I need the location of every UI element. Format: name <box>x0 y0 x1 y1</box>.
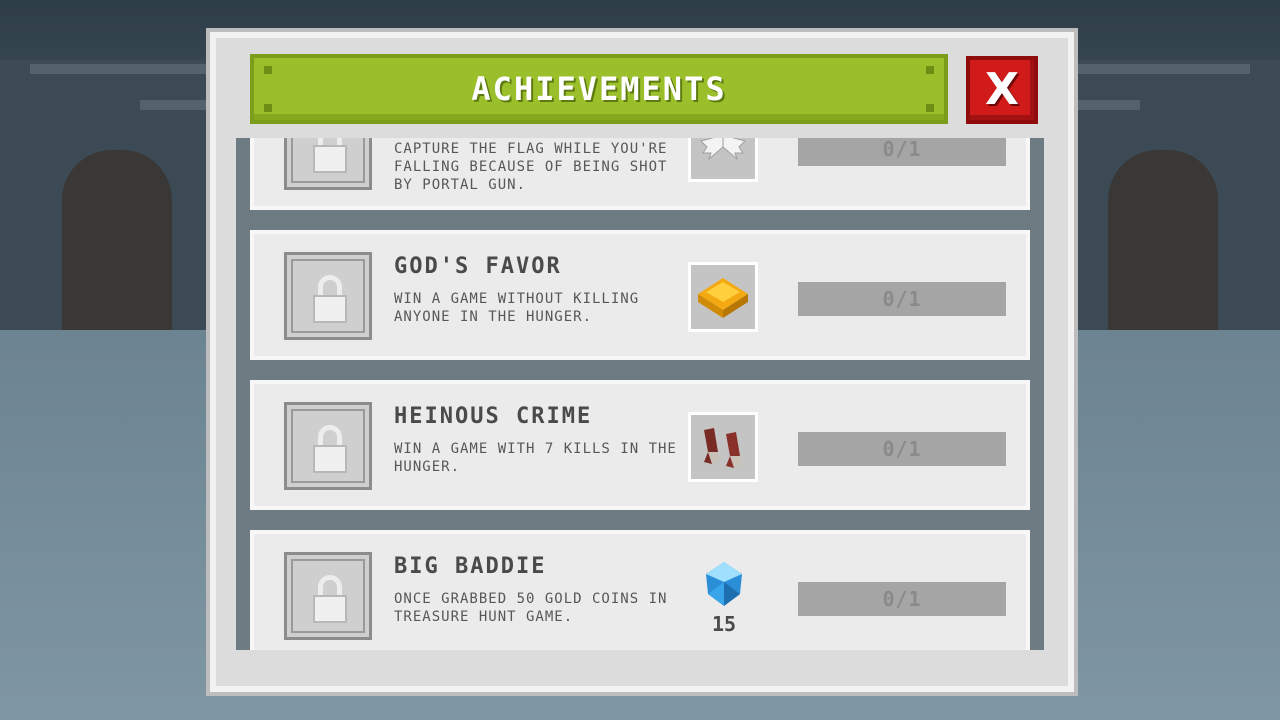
achievement-description: ONCE GRABBED 50 GOLD COINS IN TREASURE H… <box>394 591 668 625</box>
reward-gem: 15 <box>694 560 754 640</box>
progress-bar: 0/1 <box>798 432 1006 466</box>
gem-icon <box>706 562 742 606</box>
achievement-name: BIG BADDIE <box>394 554 547 579</box>
lock-tile <box>284 402 372 490</box>
reward-tile <box>688 412 758 482</box>
achievement-description: CAPTURE THE FLAG WHILE YOU'RE FALLING BE… <box>394 141 668 193</box>
progress-bar: 0/1 <box>798 138 1006 166</box>
lock-tile <box>284 552 372 640</box>
achievement-card: BIG BADDIE ONCE GRABBED 50 GOLD COINS IN… <box>250 530 1030 650</box>
lock-icon <box>313 145 347 173</box>
achievements-list[interactable]: CAPTURE THE FLAG WHILE YOU'RE FALLING BE… <box>236 138 1044 650</box>
reward-tile <box>688 138 758 182</box>
achievement-card: CAPTURE THE FLAG WHILE YOU'RE FALLING BE… <box>250 138 1030 210</box>
progress-bar: 0/1 <box>798 582 1006 616</box>
lock-tile <box>284 252 372 340</box>
achievement-card: HEINOUS CRIME WIN A GAME WITH 7 KILLS IN… <box>250 380 1030 510</box>
title-bar: ACHIEVEMENTS <box>250 54 948 124</box>
close-button[interactable]: X <box>966 56 1038 124</box>
boots-icon <box>704 428 742 468</box>
lock-icon <box>313 295 347 323</box>
lock-tile <box>284 138 372 190</box>
gold-plate-icon <box>698 278 748 318</box>
reward-amount: 15 <box>711 612 737 636</box>
wings-icon <box>700 138 746 161</box>
close-icon: X <box>985 64 1019 115</box>
achievement-name: HEINOUS CRIME <box>394 404 593 429</box>
achievement-description: WIN A GAME WITHOUT KILLING ANYONE IN THE… <box>394 291 640 325</box>
achievement-card: GOD'S FAVOR WIN A GAME WITHOUT KILLING A… <box>250 230 1030 360</box>
page-title: ACHIEVEMENTS <box>471 70 727 108</box>
lock-icon <box>313 595 347 623</box>
achievement-description: WIN A GAME WITH 7 KILLS IN THE HUNGER. <box>394 441 677 475</box>
achievement-name: GOD'S FAVOR <box>394 254 562 279</box>
reward-tile <box>688 262 758 332</box>
progress-bar: 0/1 <box>798 282 1006 316</box>
lock-icon <box>313 445 347 473</box>
